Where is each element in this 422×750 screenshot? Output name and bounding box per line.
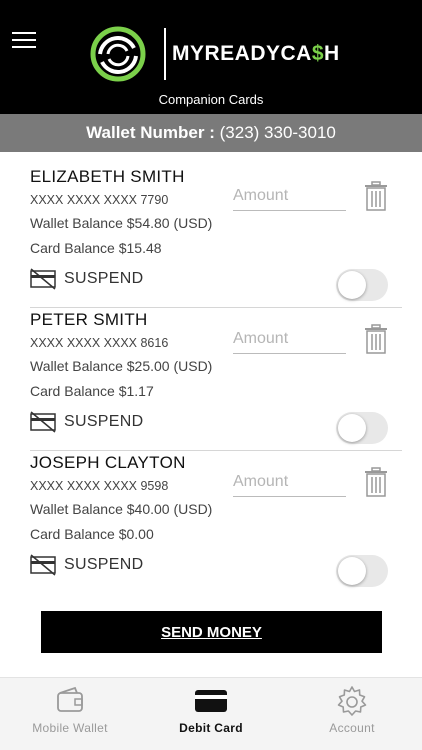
trash-icon[interactable] [364, 467, 388, 497]
card-suspended-icon [30, 268, 56, 290]
debit-card-icon [195, 690, 227, 712]
wallet-balance: Wallet Balance $25.00 (USD) [30, 358, 213, 374]
suspend-row: SUSPEND [30, 268, 143, 290]
card-balance: Card Balance $15.48 [30, 240, 162, 256]
amount-input[interactable] [233, 467, 346, 497]
toggle-knob [338, 557, 366, 585]
wallet-balance: Wallet Balance $54.80 (USD) [30, 215, 213, 231]
tab-label: Mobile Wallet [32, 721, 108, 735]
logo-divider [164, 28, 166, 80]
trash-icon[interactable] [364, 181, 388, 211]
page-subtitle: Companion Cards [158, 92, 264, 107]
amount-input[interactable] [233, 324, 346, 354]
cardholder-name: PETER SMITH [30, 310, 148, 329]
card-number: XXXX XXXX XXXX 8616 [30, 336, 169, 350]
card-number: XXXX XXXX XXXX 9598 [30, 479, 169, 493]
brand-logo: MYREADYCA$H [80, 26, 340, 82]
tab-mobile-wallet[interactable]: Mobile Wallet [0, 678, 140, 750]
brand-logo-mark-icon [90, 26, 146, 82]
trash-icon[interactable] [364, 324, 388, 354]
wallet-icon [57, 686, 83, 712]
tab-label: Account [329, 721, 375, 735]
brand-name: MYREADYCA$H [172, 42, 340, 65]
suspend-toggle[interactable] [336, 555, 388, 587]
card-balance: Card Balance $1.17 [30, 383, 154, 399]
send-money-button[interactable]: SEND MONEY [41, 611, 382, 653]
toggle-knob [338, 414, 366, 442]
suspend-label: SUSPEND [64, 270, 144, 287]
bottom-tab-bar: Mobile Wallet Debit Card Account [0, 677, 422, 750]
cardholder-name: JOSEPH CLAYTON [30, 453, 186, 472]
amount-input[interactable] [233, 181, 346, 211]
companion-card: JOSEPH CLAYTON XXXX XXXX XXXX 9598 Walle… [0, 439, 422, 587]
gear-icon [337, 686, 367, 716]
tab-account[interactable]: Account [282, 678, 422, 750]
suspend-label: SUSPEND [64, 556, 144, 573]
wallet-number-label: Wallet Number : [86, 123, 215, 142]
hamburger-menu-icon[interactable] [12, 32, 36, 50]
tab-debit-card[interactable]: Debit Card [141, 678, 281, 750]
wallet-balance: Wallet Balance $40.00 (USD) [30, 501, 213, 517]
card-suspended-icon [30, 554, 56, 576]
companion-card: PETER SMITH XXXX XXXX XXXX 8616 Wallet B… [0, 296, 422, 451]
tab-label: Debit Card [179, 721, 243, 735]
wallet-number-bar: Wallet Number : (323) 330-3010 [0, 114, 422, 152]
card-number: XXXX XXXX XXXX 7790 [30, 193, 169, 207]
suspend-row: SUSPEND [30, 411, 143, 433]
companion-card: ELIZABETH SMITH XXXX XXXX XXXX 7790 Wall… [0, 153, 422, 308]
toggle-knob [338, 271, 366, 299]
cardholder-name: ELIZABETH SMITH [30, 167, 185, 186]
wallet-number-value: (323) 330-3010 [219, 123, 336, 142]
app-header: MYREADYCA$H Companion Cards [0, 0, 422, 114]
card-suspended-icon [30, 411, 56, 433]
card-balance: Card Balance $0.00 [30, 526, 154, 542]
suspend-label: SUSPEND [64, 413, 144, 430]
suspend-row: SUSPEND [30, 554, 143, 576]
